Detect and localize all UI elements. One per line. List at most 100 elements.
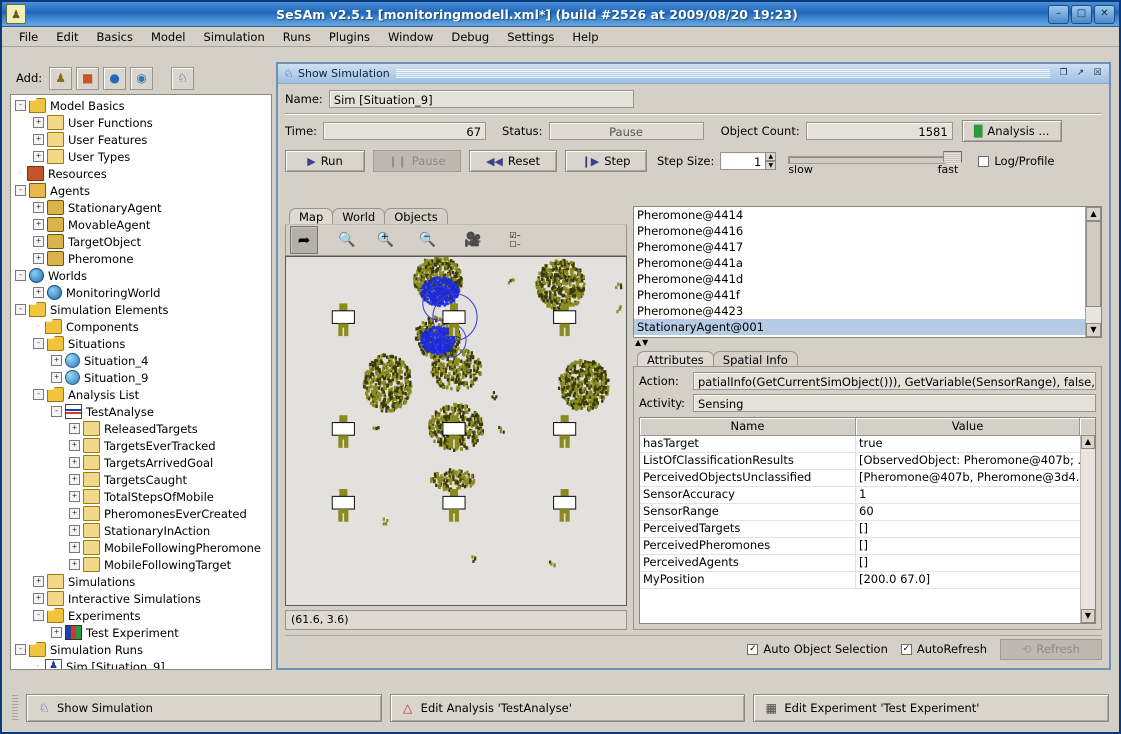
menu-window[interactable]: Window <box>379 28 442 46</box>
add-resource-icon[interactable]: ■ <box>76 66 100 90</box>
tree-item[interactable]: + TargetsArrivedGoal <box>13 454 271 471</box>
tree-expand-toggle[interactable]: + <box>69 542 80 553</box>
tree-collapse-toggle[interactable]: - <box>15 100 26 111</box>
tree-expand-toggle[interactable]: + <box>33 287 44 298</box>
tab-spatial-info[interactable]: Spatial Info <box>712 351 798 367</box>
table-row[interactable]: PerceivedObjectsUnclassified [Pheromone@4… <box>640 470 1095 487</box>
tree-item[interactable]: + TargetObject <box>13 233 271 250</box>
maximize-frame-button[interactable]: ↗ <box>1073 67 1088 81</box>
map-agent[interactable] <box>553 415 577 448</box>
menu-edit[interactable]: Edit <box>47 28 87 46</box>
tree-item[interactable]: - TestAnalyse <box>13 403 271 420</box>
menu-file[interactable]: File <box>10 28 47 46</box>
camera-icon[interactable]: 🎥 <box>460 227 486 253</box>
split-resize-handle[interactable]: ▲▼ <box>635 339 649 347</box>
tree-collapse-toggle[interactable]: - <box>15 304 26 315</box>
tree-collapse-toggle[interactable]: - <box>33 389 44 400</box>
tree-item[interactable]: · ♟ Sim [Situation_9] <box>13 658 271 669</box>
tree-expand-toggle[interactable]: + <box>33 236 44 247</box>
zoom-icon[interactable]: 🔍 <box>334 227 360 253</box>
table-row[interactable]: MyPosition [200.0 67.0] <box>640 572 1095 589</box>
tree-expand-toggle[interactable]: + <box>69 474 80 485</box>
table-row[interactable]: SensorRange 60 <box>640 504 1095 521</box>
simulation-map[interactable] <box>285 256 627 606</box>
tree-item[interactable]: + Situation_9 <box>13 369 271 386</box>
refresh-button[interactable]: ⟲ Refresh <box>1000 638 1102 660</box>
tree-expand-toggle[interactable]: + <box>69 457 80 468</box>
list-item[interactable]: Pheromone@4417 <box>634 239 1085 255</box>
pointer-icon[interactable]: ➦ <box>290 226 318 254</box>
list-item[interactable]: Pheromone@441f <box>634 287 1085 303</box>
tab-world[interactable]: World <box>332 208 386 224</box>
list-item[interactable]: Pheromone@4416 <box>634 223 1085 239</box>
tree-expand-toggle[interactable]: + <box>33 219 44 230</box>
tree-item[interactable]: - Model Basics <box>13 97 271 114</box>
tree-collapse-toggle[interactable]: - <box>33 338 44 349</box>
taskbar-edit-analysis[interactable]: △ Edit Analysis 'TestAnalyse' <box>389 694 746 722</box>
step-size-stepper[interactable]: ▲ ▼ <box>765 152 777 170</box>
map-agent[interactable] <box>553 489 577 522</box>
tree-item[interactable]: + MonitoringWorld <box>13 284 271 301</box>
tree-item[interactable]: + User Features <box>13 131 271 148</box>
tree-item[interactable]: - Experiments <box>13 607 271 624</box>
tree-item[interactable]: + TotalStepsOfMobile <box>13 488 271 505</box>
list-item[interactable]: Pheromone@4423 <box>634 303 1085 319</box>
tree-expand-toggle[interactable]: + <box>69 559 80 570</box>
add-agent-icon[interactable]: ♟ <box>49 66 73 90</box>
layers-icon[interactable]: ☑– ☐– <box>502 227 528 253</box>
table-scrollbar[interactable]: ▲ ▼ <box>1080 435 1095 623</box>
tree-item[interactable]: + Situation_4 <box>13 352 271 369</box>
auto-refresh-group[interactable]: ✓ AutoRefresh <box>900 642 993 656</box>
zoom-out-icon[interactable]: 🔍 − <box>418 227 444 253</box>
tree-expand-toggle[interactable]: + <box>33 134 44 145</box>
tree-item[interactable]: - Simulation Elements <box>13 301 271 318</box>
taskbar-show-simulation[interactable]: ♘ Show Simulation <box>26 694 382 722</box>
tree-item[interactable]: + StationaryInAction <box>13 522 271 539</box>
close-button[interactable]: ✕ <box>1094 4 1115 24</box>
tree-item[interactable]: + MobileFollowingTarget <box>13 556 271 573</box>
tree-collapse-toggle[interactable]: - <box>15 185 26 196</box>
tree-expand-toggle[interactable]: + <box>33 593 44 604</box>
list-item[interactable]: Pheromone@441d <box>634 271 1085 287</box>
tree-item[interactable]: - Analysis List <box>13 386 271 403</box>
tree-item[interactable]: · Components <box>13 318 271 335</box>
model-tree[interactable]: - Model Basics + User Functions + User Featur… <box>10 94 272 670</box>
map-agent[interactable] <box>331 303 355 337</box>
map-agent[interactable] <box>442 489 466 522</box>
speed-slider[interactable]: slow fast <box>788 149 963 176</box>
tree-expand-toggle[interactable]: + <box>33 151 44 162</box>
tree-item[interactable]: + TargetsCaught <box>13 471 271 488</box>
map-agent[interactable] <box>331 415 355 448</box>
tree-expand-toggle[interactable]: + <box>69 525 80 536</box>
tree-expand-toggle[interactable]: + <box>33 117 44 128</box>
tree-collapse-toggle[interactable]: - <box>15 644 26 655</box>
table-row[interactable]: SensorAccuracy 1 <box>640 487 1095 504</box>
tree-item[interactable]: + Simulations <box>13 573 271 590</box>
list-item[interactable]: Pheromone@4414 <box>634 207 1085 223</box>
tree-expand-toggle[interactable]: + <box>69 423 80 434</box>
step-button[interactable]: ❙▶ Step <box>565 150 647 172</box>
menu-debug[interactable]: Debug <box>442 28 498 46</box>
scroll-down-button[interactable]: ▼ <box>1086 323 1101 337</box>
scroll-thumb[interactable] <box>1086 221 1101 307</box>
tree-item[interactable]: + MovableAgent <box>13 216 271 233</box>
object-list-scrollbar[interactable]: ▲ ▼ <box>1085 207 1101 337</box>
tree-expand-toggle[interactable]: + <box>51 372 62 383</box>
minimize-button[interactable]: – <box>1048 4 1069 24</box>
scroll-up-button[interactable]: ▲ <box>1086 207 1101 221</box>
tree-expand-toggle[interactable]: + <box>33 253 44 264</box>
tree-item[interactable]: + PheromonesEverCreated <box>13 505 271 522</box>
tree-item[interactable]: · Resources <box>13 165 271 182</box>
menu-settings[interactable]: Settings <box>498 28 563 46</box>
tree-item[interactable]: + Pheromone <box>13 250 271 267</box>
table-row[interactable]: PerceivedPheromones[] <box>640 538 1095 555</box>
add-situation-icon[interactable]: ◉ <box>130 66 154 90</box>
restore-frame-button[interactable]: ❐ <box>1056 67 1071 81</box>
menu-plugins[interactable]: Plugins <box>320 28 379 46</box>
table-corner-icon[interactable] <box>1080 418 1095 435</box>
tree-collapse-toggle[interactable]: - <box>51 406 62 417</box>
table-row[interactable]: PerceivedTargets[] <box>640 521 1095 538</box>
tree-item[interactable]: + User Functions <box>13 114 271 131</box>
tree-item[interactable]: + TargetsEverTracked <box>13 437 271 454</box>
list-item[interactable]: Pheromone@441a <box>634 255 1085 271</box>
